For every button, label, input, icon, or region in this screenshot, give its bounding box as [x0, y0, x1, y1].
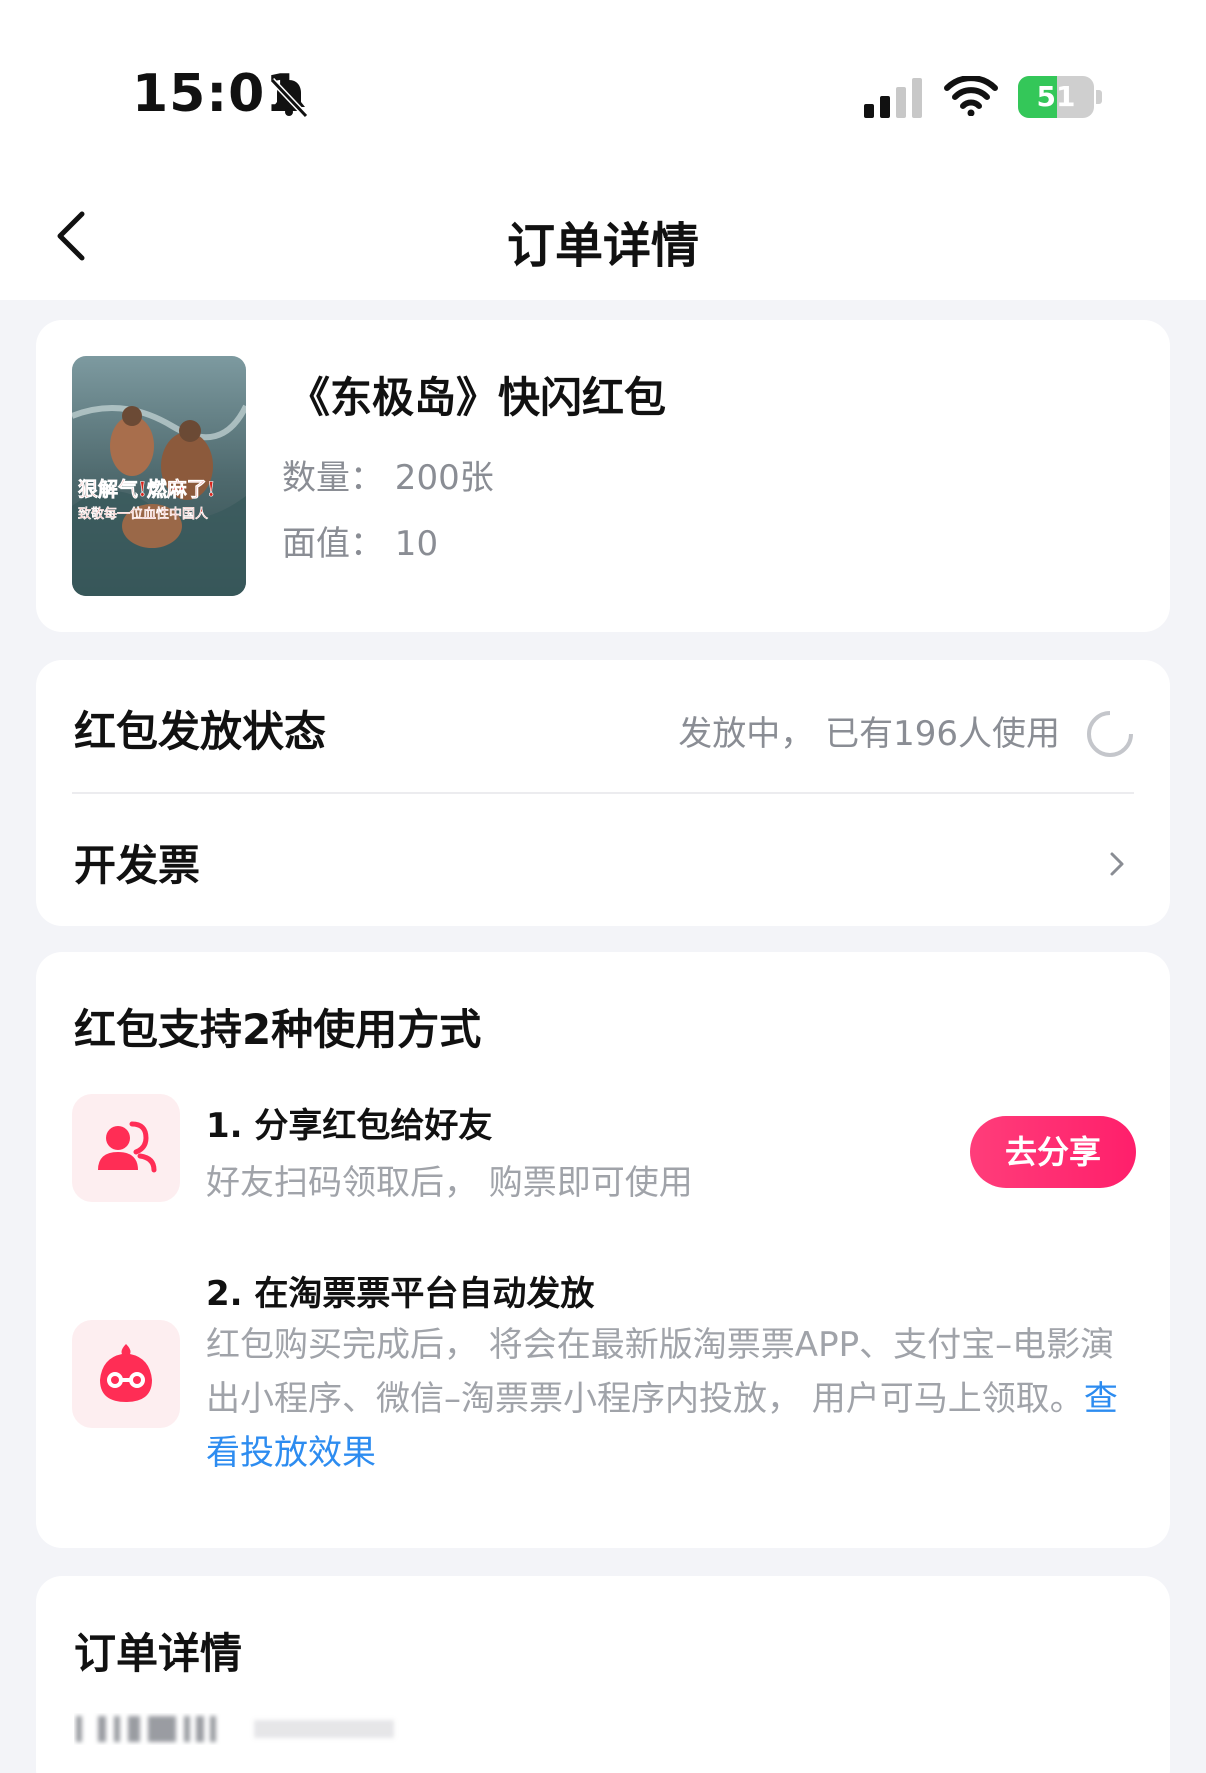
movie-poster-image: 狠解气!燃麻了! 致敬每一位血性中国人 — [72, 356, 246, 596]
usage-methods-card: 红包支持2种使用方式 1. 分享红包给好友 好友扫码领取后， 购票即可使用 去分… — [36, 952, 1170, 1548]
method-1-title: 1. 分享红包给好友 — [206, 1106, 493, 1146]
product-title: 《东极岛》快闪红包 — [288, 373, 667, 422]
wifi-icon — [944, 76, 998, 116]
chevron-right-icon[interactable] — [1104, 844, 1130, 884]
nav-bar: 订单详情 — [0, 170, 1206, 300]
method-2-title: 2. 在淘票票平台自动发放 — [206, 1274, 595, 1314]
method-1-desc: 好友扫码领取后， 购票即可使用 — [206, 1163, 693, 1203]
usage-title: 红包支持2种使用方式 — [74, 1005, 482, 1054]
taopiaopiao-icon — [72, 1320, 180, 1428]
blurred-content-image — [76, 1716, 394, 1742]
status-bar: 15:01 51 — [0, 0, 1206, 170]
quantity-text: 数量： 200张 — [282, 458, 494, 498]
order-details-card: 订单详情 — [36, 1576, 1170, 1773]
poster-text-1: 狠解气!燃麻了! — [78, 477, 216, 501]
distribution-status-value: 发放中， 已有196人使用 — [678, 714, 1060, 754]
share-button[interactable]: 去分享 — [970, 1116, 1136, 1188]
distribution-status-label: 红包发放状态 — [74, 707, 327, 756]
order-details-title: 订单详情 — [74, 1629, 243, 1678]
signal-icon — [864, 78, 922, 118]
friends-icon — [72, 1094, 180, 1202]
loading-spinner-icon — [1087, 710, 1134, 757]
battery-icon: 51 — [1018, 76, 1102, 118]
product-card: 狠解气!燃麻了! 致敬每一位血性中国人 《东极岛》快闪红包 数量： 200张 面… — [36, 320, 1170, 632]
poster-text-2: 致敬每一位血性中国人 — [78, 506, 209, 522]
battery-level: 51 — [1036, 80, 1076, 113]
divider — [72, 792, 1134, 794]
page-title: 订单详情 — [506, 218, 699, 274]
invoice-label[interactable]: 开发票 — [74, 832, 200, 893]
method-2-desc: 红包购买完成后， 将会在最新版淘票票APP、支付宝–电影演出小程序、微信–淘票票… — [206, 1318, 1146, 1480]
bell-muted-icon — [269, 77, 309, 119]
face-value-text: 面值： 10 — [282, 524, 439, 564]
method-2-desc-text: 红包购买完成后， 将会在最新版淘票票APP、支付宝–电影演出小程序、微信–淘票票… — [206, 1325, 1115, 1419]
distribution-card: 红包发放状态 发放中， 已有196人使用 开发票 — [36, 660, 1170, 926]
